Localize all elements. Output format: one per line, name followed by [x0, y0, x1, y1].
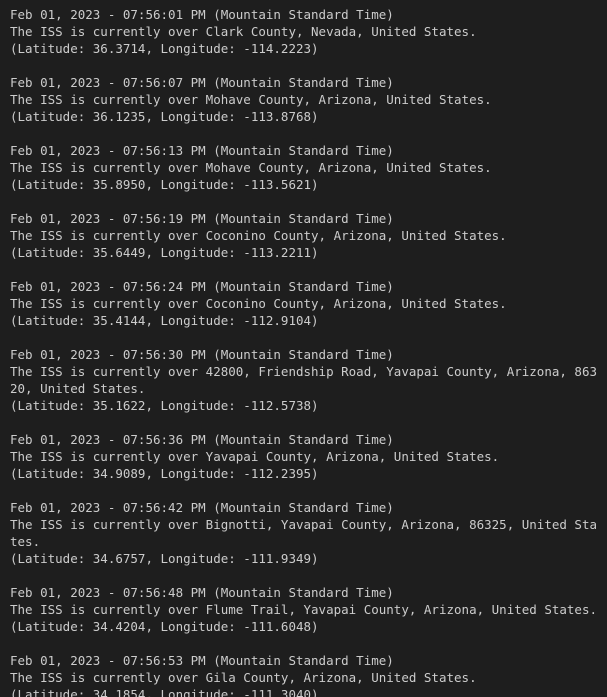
location-line: The ISS is currently over Bignotti, Yava… — [10, 517, 597, 549]
log-entry: Feb 01, 2023 - 07:56:42 PM (Mountain Sta… — [10, 499, 607, 567]
location-line: The ISS is currently over Coconino Count… — [10, 228, 507, 243]
coordinates-line: (Latitude: 35.4144, Longitude: -112.9104… — [10, 313, 319, 328]
timestamp-line: Feb 01, 2023 - 07:56:19 PM (Mountain Sta… — [10, 211, 394, 226]
terminal-output[interactable]: Feb 01, 2023 - 07:56:01 PM (Mountain Sta… — [0, 0, 607, 697]
location-line: The ISS is currently over Mohave County,… — [10, 160, 492, 175]
log-entry: Feb 01, 2023 - 07:56:48 PM (Mountain Sta… — [10, 584, 607, 635]
coordinates-line: (Latitude: 35.8950, Longitude: -113.5621… — [10, 177, 319, 192]
location-line: The ISS is currently over Clark County, … — [10, 24, 477, 39]
location-line: The ISS is currently over Gila County, A… — [10, 670, 477, 685]
coordinates-line: (Latitude: 36.3714, Longitude: -114.2223… — [10, 41, 319, 56]
coordinates-line: (Latitude: 36.1235, Longitude: -113.8768… — [10, 109, 319, 124]
timestamp-line: Feb 01, 2023 - 07:56:01 PM (Mountain Sta… — [10, 7, 394, 22]
timestamp-line: Feb 01, 2023 - 07:56:13 PM (Mountain Sta… — [10, 143, 394, 158]
coordinates-line: (Latitude: 35.1622, Longitude: -112.5738… — [10, 398, 319, 413]
coordinates-line: (Latitude: 34.9089, Longitude: -112.2395… — [10, 466, 319, 481]
log-entry: Feb 01, 2023 - 07:56:19 PM (Mountain Sta… — [10, 210, 607, 261]
timestamp-line: Feb 01, 2023 - 07:56:24 PM (Mountain Sta… — [10, 279, 394, 294]
location-line: The ISS is currently over Mohave County,… — [10, 92, 492, 107]
log-entry: Feb 01, 2023 - 07:56:30 PM (Mountain Sta… — [10, 346, 607, 414]
location-line: The ISS is currently over 42800, Friends… — [10, 364, 597, 396]
log-entry: Feb 01, 2023 - 07:56:24 PM (Mountain Sta… — [10, 278, 607, 329]
timestamp-line: Feb 01, 2023 - 07:56:36 PM (Mountain Sta… — [10, 432, 394, 447]
location-line: The ISS is currently over Coconino Count… — [10, 296, 507, 311]
timestamp-line: Feb 01, 2023 - 07:56:53 PM (Mountain Sta… — [10, 653, 394, 668]
timestamp-line: Feb 01, 2023 - 07:56:07 PM (Mountain Sta… — [10, 75, 394, 90]
log-entry: Feb 01, 2023 - 07:56:36 PM (Mountain Sta… — [10, 431, 607, 482]
timestamp-line: Feb 01, 2023 - 07:56:30 PM (Mountain Sta… — [10, 347, 394, 362]
location-line: The ISS is currently over Flume Trail, Y… — [10, 602, 597, 617]
log-entry: Feb 01, 2023 - 07:56:01 PM (Mountain Sta… — [10, 6, 607, 57]
timestamp-line: Feb 01, 2023 - 07:56:42 PM (Mountain Sta… — [10, 500, 394, 515]
location-line: The ISS is currently over Yavapai County… — [10, 449, 500, 464]
coordinates-line: (Latitude: 34.6757, Longitude: -111.9349… — [10, 551, 319, 566]
coordinates-line: (Latitude: 34.4204, Longitude: -111.6048… — [10, 619, 319, 634]
log-entry: Feb 01, 2023 - 07:56:53 PM (Mountain Sta… — [10, 652, 607, 697]
timestamp-line: Feb 01, 2023 - 07:56:48 PM (Mountain Sta… — [10, 585, 394, 600]
log-entry: Feb 01, 2023 - 07:56:07 PM (Mountain Sta… — [10, 74, 607, 125]
coordinates-line: (Latitude: 34.1854, Longitude: -111.3040… — [10, 687, 319, 697]
log-entry: Feb 01, 2023 - 07:56:13 PM (Mountain Sta… — [10, 142, 607, 193]
coordinates-line: (Latitude: 35.6449, Longitude: -113.2211… — [10, 245, 319, 260]
